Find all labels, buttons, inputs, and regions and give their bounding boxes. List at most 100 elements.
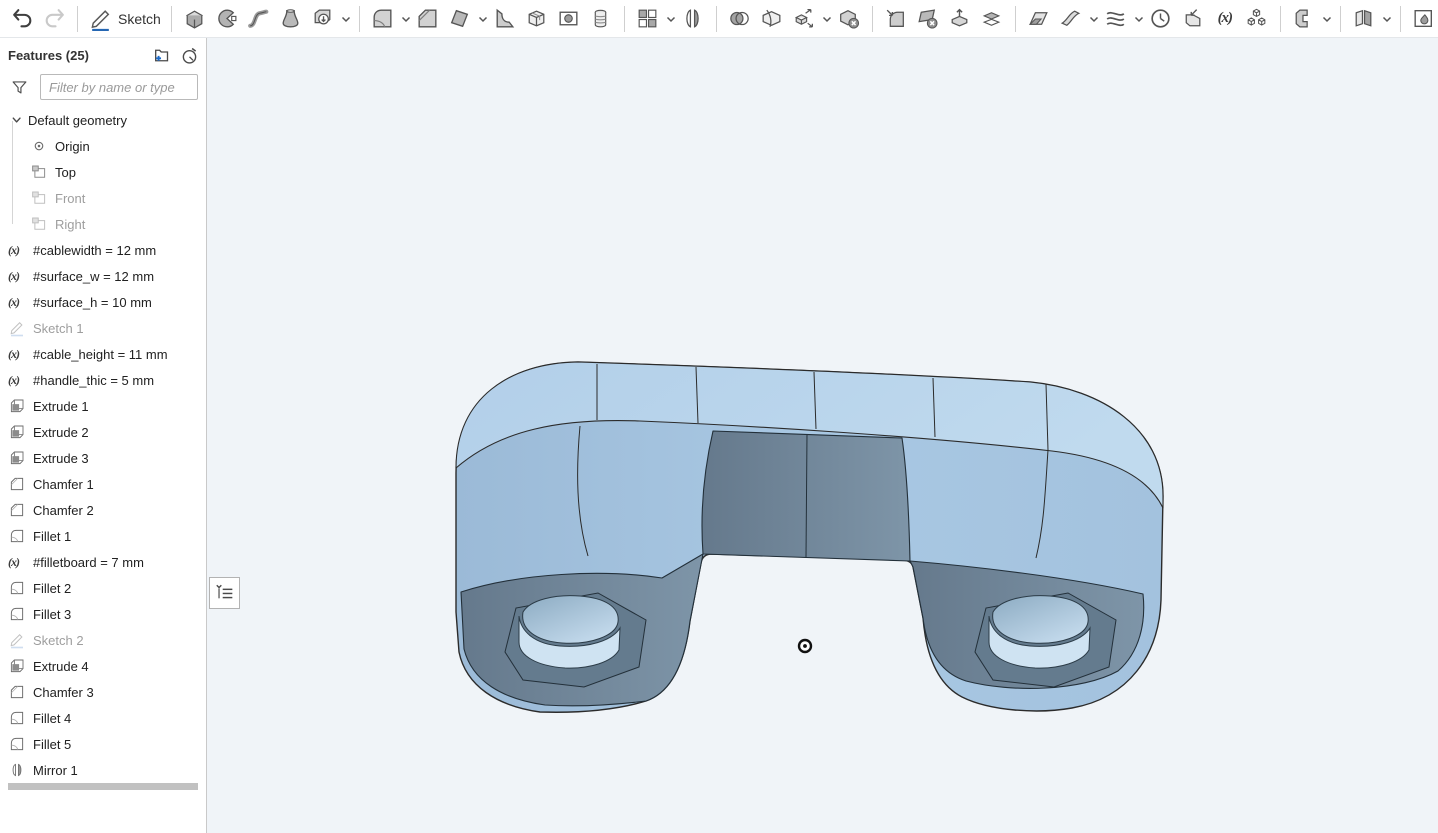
sketch-icon	[8, 631, 26, 649]
fillet-button[interactable]	[368, 3, 398, 35]
filter-funnel-icon[interactable]	[10, 78, 29, 97]
toolbar: Sketch (x)	[0, 0, 1438, 38]
feature-item-fillet-4[interactable]: Fillet 4	[0, 705, 206, 731]
feature-label: Fillet 4	[33, 711, 71, 726]
sheet-metal-button[interactable]	[1289, 3, 1319, 35]
boolean-button[interactable]	[725, 3, 755, 35]
chamfer-button[interactable]	[413, 3, 443, 35]
helix-button[interactable]	[1101, 3, 1131, 35]
delete-face-button[interactable]	[913, 3, 943, 35]
feature-item-extrude-3[interactable]: Extrude 3	[0, 445, 206, 471]
chevron-down-icon[interactable]	[8, 111, 26, 129]
helix-dropdown-chevron[interactable]	[1133, 14, 1145, 24]
thread-button[interactable]	[586, 3, 616, 35]
boolean-icon	[727, 6, 752, 31]
toolbar-group	[179, 3, 352, 35]
undo-button[interactable]	[7, 3, 37, 35]
transform-button[interactable]	[789, 3, 819, 35]
feature-item-cablewidth-12-mm[interactable]: (x)#cablewidth = 12 mm	[0, 237, 206, 263]
feature-item-origin[interactable]: Origin	[0, 133, 206, 159]
linear-pattern-dropdown-chevron[interactable]	[665, 14, 677, 24]
rollback-stopwatch-icon[interactable]	[179, 45, 200, 66]
delete-part-button[interactable]	[834, 3, 864, 35]
feature-item-filletboard-7-mm[interactable]: (x)#filletboard = 7 mm	[0, 549, 206, 575]
model-3d[interactable]	[207, 38, 1438, 833]
feature-item-fillet-3[interactable]: Fillet 3	[0, 601, 206, 627]
viewport[interactable]	[207, 38, 1438, 833]
rib-button[interactable]	[490, 3, 520, 35]
offset-surface-button[interactable]	[977, 3, 1007, 35]
sketch-button[interactable]: Sketch	[86, 3, 163, 35]
sheet-metal-dropdown-chevron[interactable]	[1321, 14, 1333, 24]
feature-item-top[interactable]: Top	[0, 159, 206, 185]
variable-icon: (x)	[8, 295, 28, 310]
feature-item-extrude-2[interactable]: Extrude 2	[0, 419, 206, 445]
feature-item-chamfer-1[interactable]: Chamfer 1	[0, 471, 206, 497]
feature-item-extrude-4[interactable]: Extrude 4	[0, 653, 206, 679]
surface-button[interactable]	[1056, 3, 1086, 35]
feature-item-handle-thic-5-mm[interactable]: (x)#handle_thic = 5 mm	[0, 367, 206, 393]
feature-label: Top	[55, 165, 76, 180]
feature-item-right[interactable]: Right	[0, 211, 206, 237]
composite-icon	[1244, 6, 1269, 31]
feature-item-fillet-1[interactable]: Fillet 1	[0, 523, 206, 549]
mirror-button[interactable]	[678, 3, 708, 35]
sketch-icon	[88, 6, 113, 31]
derived-button[interactable]	[1178, 3, 1208, 35]
feature-item-sketch-2[interactable]: Sketch 2	[0, 627, 206, 653]
feature-item-chamfer-2[interactable]: Chamfer 2	[0, 497, 206, 523]
draft-icon	[447, 6, 472, 31]
chamfer-icon	[8, 501, 26, 519]
thicken-button[interactable]	[308, 3, 338, 35]
feature-item-sketch-1[interactable]: Sketch 1	[0, 315, 206, 341]
feature-item-surface-h-10-mm[interactable]: (x)#surface_h = 10 mm	[0, 289, 206, 315]
shell-button[interactable]	[522, 3, 552, 35]
plane-button[interactable]	[1024, 3, 1054, 35]
hole-button[interactable]	[554, 3, 584, 35]
feature-item-chamfer-3[interactable]: Chamfer 3	[0, 679, 206, 705]
fillet-dropdown-chevron[interactable]	[400, 14, 412, 24]
feature-label: Fillet 5	[33, 737, 71, 752]
panel-horizontal-scrollbar[interactable]	[8, 783, 198, 790]
composite-button[interactable]	[1242, 3, 1272, 35]
draft-button[interactable]	[445, 3, 475, 35]
draft-dropdown-chevron[interactable]	[477, 14, 489, 24]
surface-icon	[1058, 6, 1083, 31]
filter-input[interactable]	[40, 74, 198, 100]
variable-button[interactable]: (x)	[1210, 3, 1240, 35]
feature-item-surface-w-12-mm[interactable]: (x)#surface_w = 12 mm	[0, 263, 206, 289]
feature-item-front[interactable]: Front	[0, 185, 206, 211]
surface-dropdown-chevron[interactable]	[1088, 14, 1100, 24]
add-folder-icon[interactable]	[150, 45, 171, 66]
extrude-icon	[182, 6, 207, 31]
linear-pattern-button[interactable]	[633, 3, 663, 35]
appearance-button[interactable]	[1409, 3, 1438, 35]
mirror-part-button[interactable]	[1349, 3, 1379, 35]
mirror-part-dropdown-chevron[interactable]	[1381, 14, 1393, 24]
toolbar-divider	[1015, 6, 1016, 32]
move-face-button[interactable]	[945, 3, 975, 35]
linear-pattern-icon	[635, 6, 660, 31]
split-button[interactable]	[757, 3, 787, 35]
feature-item-fillet-2[interactable]: Fillet 2	[0, 575, 206, 601]
feature-label: #cablewidth = 12 mm	[33, 243, 156, 258]
feature-item-extrude-1[interactable]: Extrude 1	[0, 393, 206, 419]
model-left-boss-top[interactable]	[523, 596, 619, 644]
modify-fillet-button[interactable]	[881, 3, 911, 35]
loft-button[interactable]	[276, 3, 306, 35]
feature-item-fillet-5[interactable]: Fillet 5	[0, 731, 206, 757]
tree-group-default-geometry[interactable]: Default geometry	[0, 107, 206, 133]
transform-dropdown-chevron[interactable]	[821, 14, 833, 24]
revolve-button[interactable]	[212, 3, 242, 35]
thicken-dropdown-chevron[interactable]	[340, 14, 352, 24]
extrude-button[interactable]	[180, 3, 210, 35]
model-right-boss-top[interactable]	[993, 596, 1089, 644]
origin-bullseye-icon[interactable]	[799, 640, 811, 652]
feature-item-cable-height-11-mm[interactable]: (x)#cable_height = 11 mm	[0, 341, 206, 367]
redo-button[interactable]	[39, 3, 69, 35]
sweep-button[interactable]	[244, 3, 274, 35]
move-face-icon	[947, 6, 972, 31]
feature-item-mirror-1[interactable]: Mirror 1	[0, 757, 206, 783]
feature-list-toggle-button[interactable]	[209, 577, 240, 609]
timer-button[interactable]	[1146, 3, 1176, 35]
